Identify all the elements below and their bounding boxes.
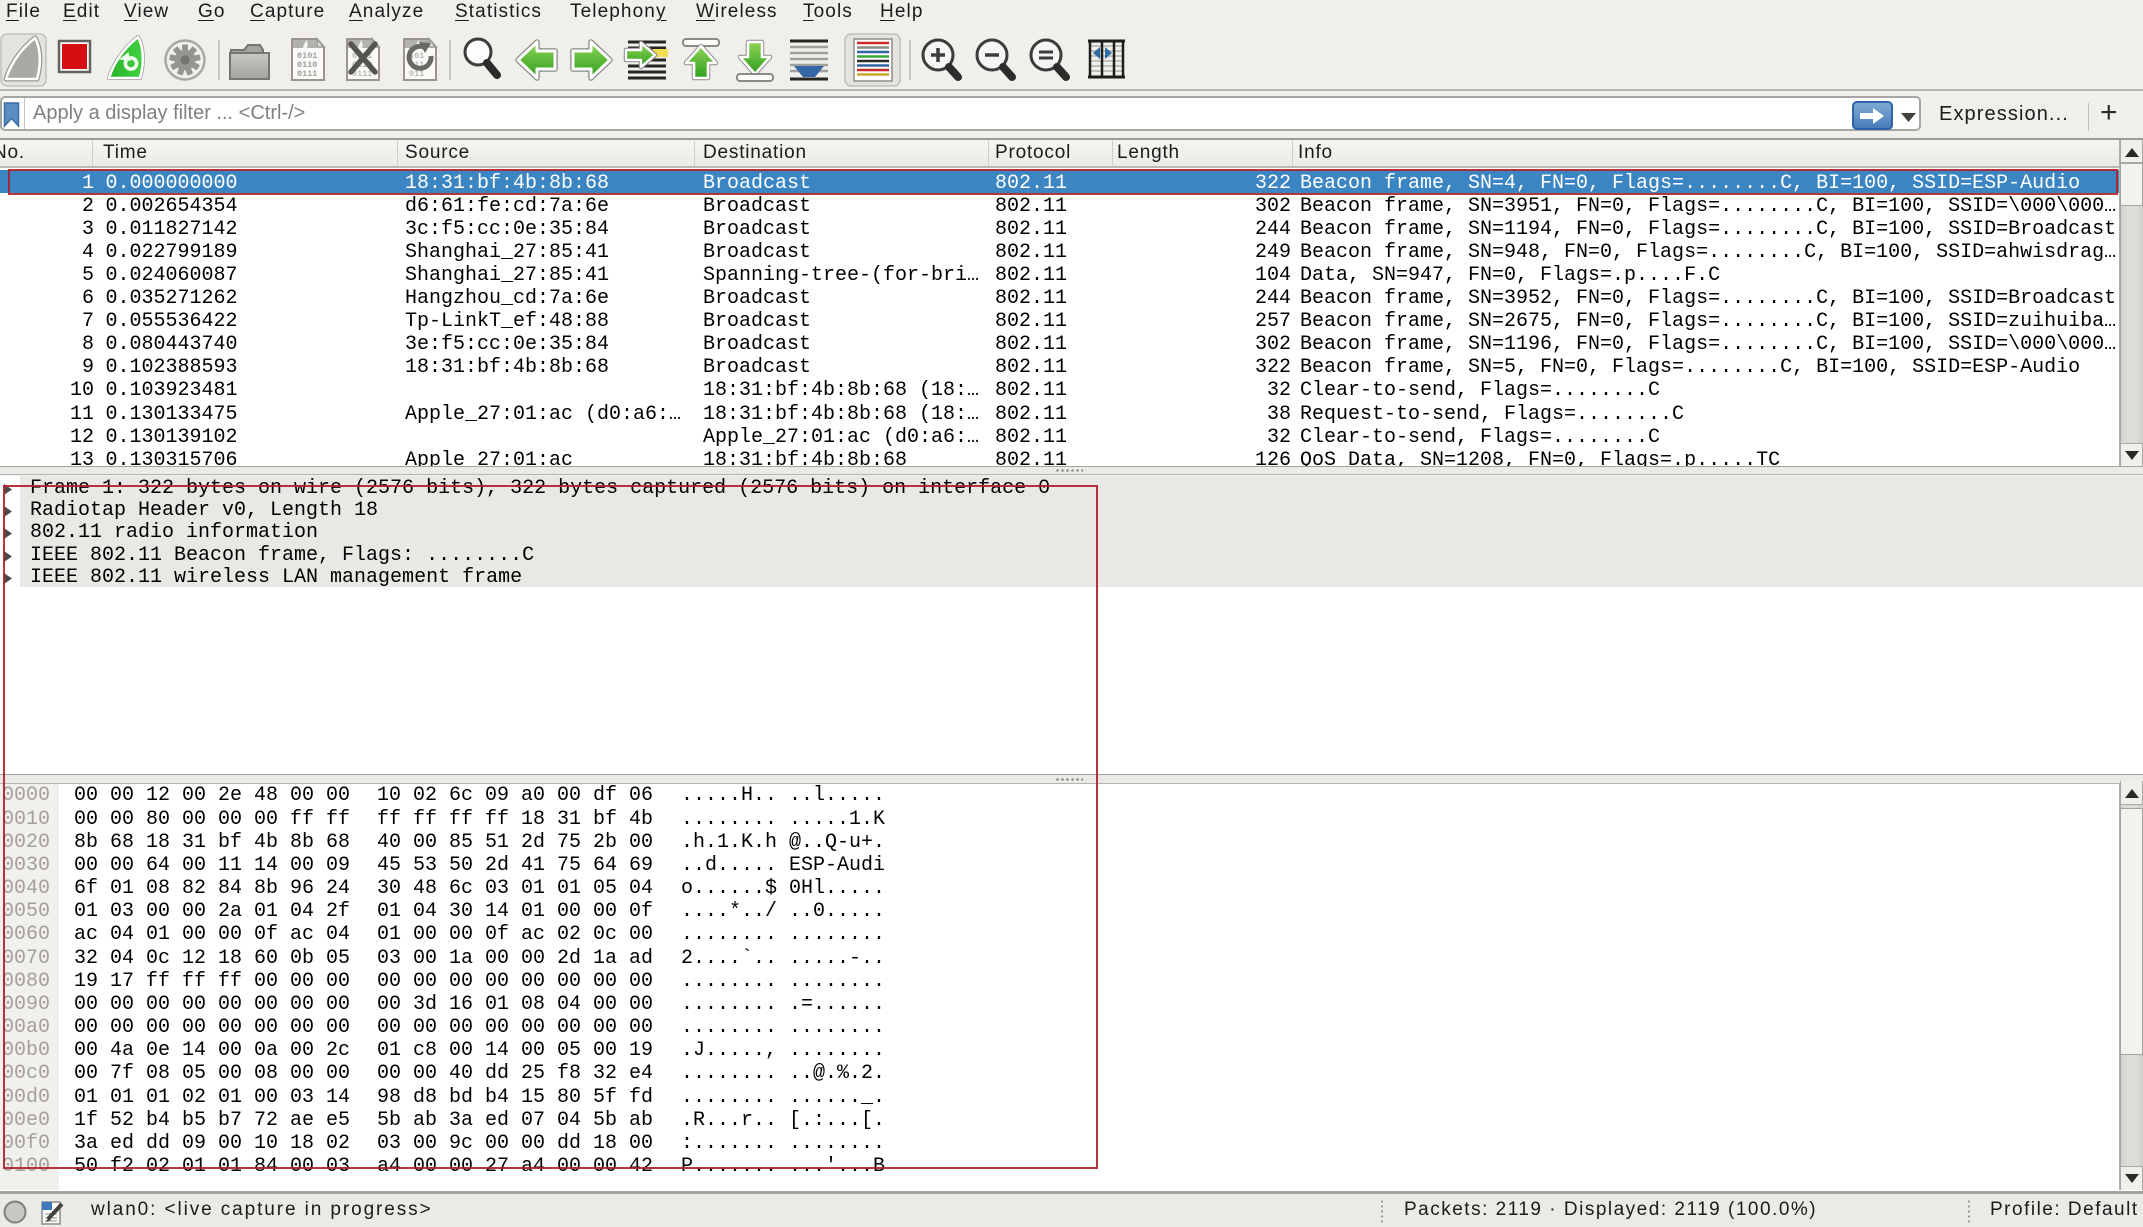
- svg-text:0111: 0111: [297, 69, 317, 79]
